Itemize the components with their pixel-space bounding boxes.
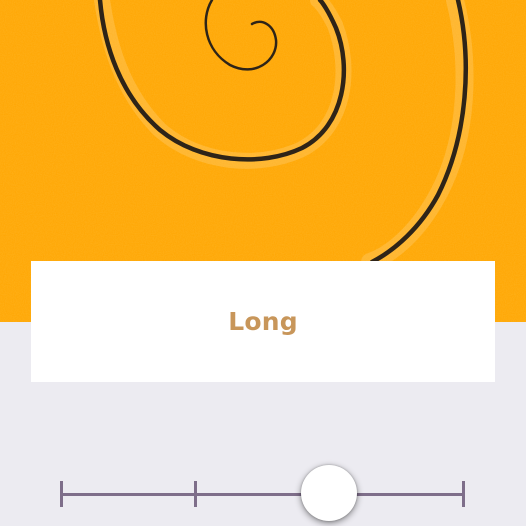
slider-thumb[interactable] xyxy=(301,465,357,521)
slider-tick[interactable] xyxy=(194,481,197,507)
slider-tick[interactable] xyxy=(462,481,465,507)
length-slider[interactable] xyxy=(60,465,466,524)
slider-tick[interactable] xyxy=(60,481,63,507)
slider-track[interactable] xyxy=(60,493,464,496)
selection-card: Long xyxy=(31,261,495,382)
screen: Long xyxy=(0,0,526,526)
length-label: Long xyxy=(228,307,298,336)
